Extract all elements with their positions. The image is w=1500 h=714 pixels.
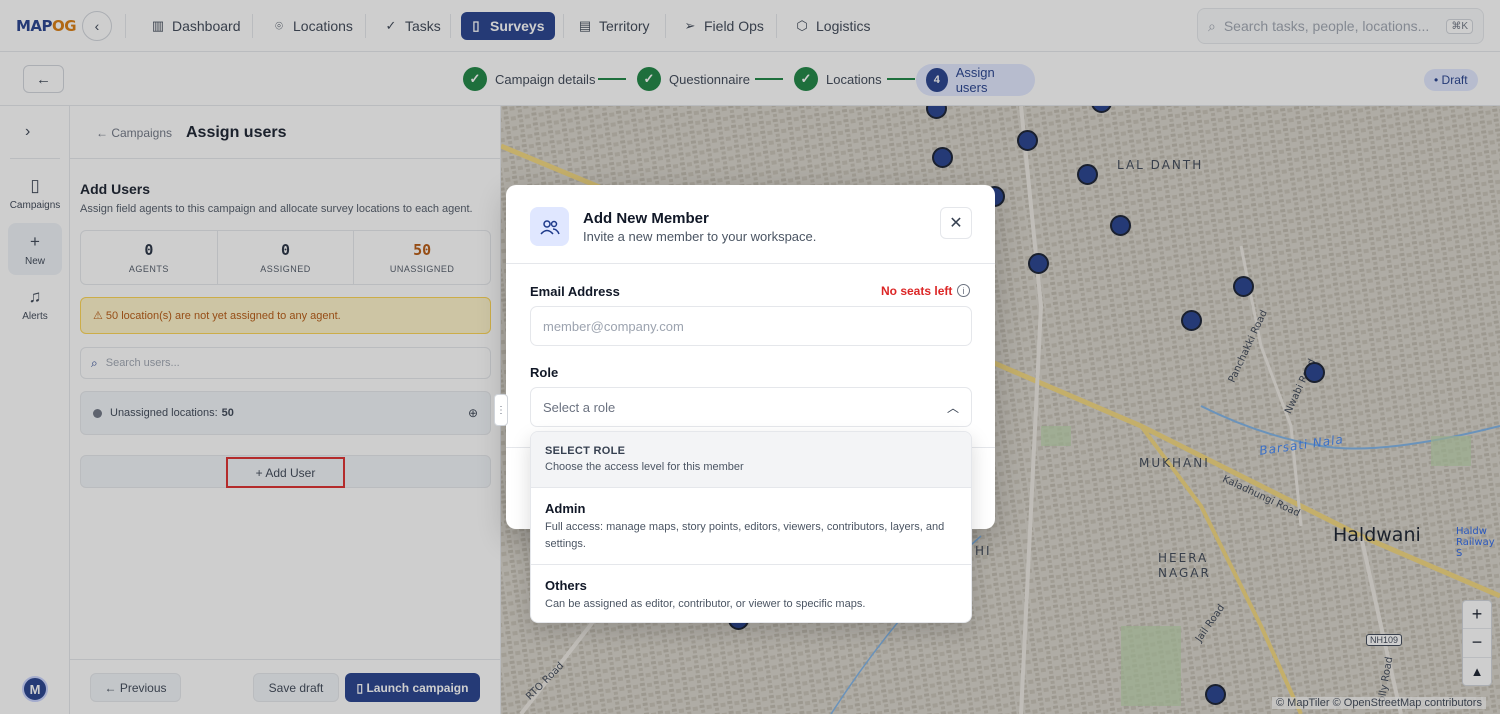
chevron-up-icon: ︿	[946, 400, 959, 415]
role-label: Role	[530, 365, 559, 380]
email-field[interactable]	[530, 306, 972, 346]
email-label: Email Address	[530, 284, 620, 299]
role-select[interactable]: Select a role ︿	[530, 387, 972, 427]
seats-warning: No seats left	[881, 284, 953, 298]
close-button[interactable]: ✕	[940, 207, 972, 239]
panel-resize-handle[interactable]: ⋮	[494, 394, 508, 426]
modal-divider	[506, 263, 995, 264]
modal-subtitle: Invite a new member to your workspace.	[583, 229, 817, 244]
users-icon	[530, 207, 569, 246]
modal-title: Add New Member	[583, 210, 709, 227]
dropdown-header: SELECT ROLE Choose the access level for …	[531, 432, 971, 488]
info-icon[interactable]: i	[957, 284, 970, 297]
role-option-admin[interactable]: Admin Full access: manage maps, story po…	[531, 488, 971, 565]
close-icon: ✕	[949, 215, 963, 232]
role-option-others[interactable]: Others Can be assigned as editor, contri…	[531, 565, 971, 622]
role-dropdown: SELECT ROLE Choose the access level for …	[530, 431, 972, 623]
